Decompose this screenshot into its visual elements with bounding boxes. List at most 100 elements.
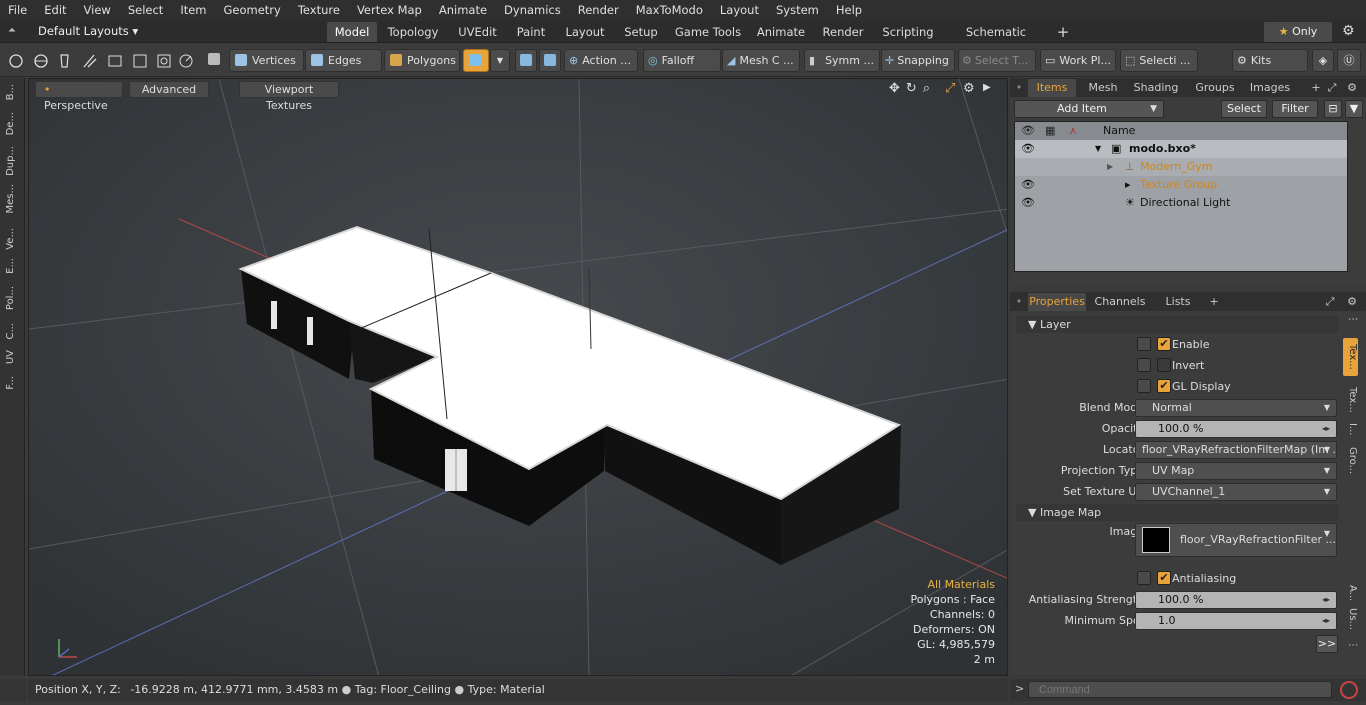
polygons-button[interactable]: Polygons bbox=[384, 49, 460, 72]
advanced-button[interactable]: Advanced bbox=[129, 81, 209, 98]
strip-tab-fusion[interactable]: F... bbox=[5, 376, 19, 390]
mesh-constraints-button[interactable]: ◢ Mesh C ... bbox=[722, 49, 800, 72]
tab-properties[interactable]: Properties bbox=[1028, 293, 1086, 311]
menu-texture[interactable]: Texture bbox=[290, 0, 349, 21]
menu-maxtomodo[interactable]: MaxToModo bbox=[628, 0, 712, 21]
collapsed-arrow-icon[interactable]: ▶ bbox=[1107, 158, 1113, 176]
visibility-eye-icon[interactable]: 👁 bbox=[1021, 194, 1035, 212]
gl-display-checkbox[interactable]: ✔ bbox=[1157, 379, 1171, 393]
3d-viewport[interactable]: • Perspective Advanced Viewport Textures… bbox=[28, 78, 1008, 676]
strip-collapse-icon[interactable]: ⋮ bbox=[1343, 312, 1358, 326]
gear-icon[interactable]: ⚙ bbox=[1342, 23, 1355, 39]
only-toggle[interactable]: ★ Only bbox=[1264, 22, 1332, 42]
slider-arrows-icon[interactable]: ◂▸ bbox=[1322, 613, 1330, 629]
kits-button[interactable]: ⚙ Kits bbox=[1232, 49, 1308, 72]
viewport-textures-button[interactable]: Viewport Textures bbox=[239, 81, 339, 112]
menu-help[interactable]: Help bbox=[828, 0, 871, 21]
mode-dropdown[interactable]: ▼ bbox=[490, 49, 510, 72]
tab-topology[interactable]: Topology bbox=[383, 22, 443, 42]
eye-icon[interactable]: 👁 bbox=[1021, 122, 1035, 140]
menu-dynamics[interactable]: Dynamics bbox=[496, 0, 570, 21]
tree-row-texture-group[interactable]: 👁 ▸ Texture Group bbox=[1015, 176, 1347, 194]
strip-more-icon[interactable]: ⋮ bbox=[1343, 638, 1358, 652]
more-button[interactable]: >> bbox=[1316, 635, 1338, 653]
panel-maximize-icon[interactable]: ⤢ bbox=[1324, 79, 1340, 97]
strip-tab-texture-active[interactable]: Tex... bbox=[1343, 338, 1358, 376]
strip-tab-info[interactable]: I... bbox=[1343, 422, 1358, 436]
tab-schematic-fusion[interactable]: Schematic Fusion bbox=[948, 22, 1044, 59]
invert-checkbox[interactable] bbox=[1157, 358, 1171, 372]
action-center-button[interactable]: ⊕ Action … bbox=[564, 49, 638, 72]
enable-channel-dot[interactable] bbox=[1137, 337, 1151, 351]
tab-game-tools[interactable]: Game Tools bbox=[674, 22, 742, 42]
menu-layout[interactable]: Layout bbox=[712, 0, 768, 21]
symmetry-button[interactable]: ▮ Symm ... bbox=[804, 49, 880, 72]
aa-strength-field[interactable]: 100.0 % ◂▸ bbox=[1135, 591, 1337, 609]
panel-grip-icon[interactable]: • bbox=[1014, 79, 1024, 97]
strip-tab-us[interactable]: Us... bbox=[1343, 608, 1358, 630]
strip-tab-deform[interactable]: De... bbox=[5, 112, 19, 135]
antialiasing-checkbox[interactable]: ✔ bbox=[1157, 571, 1171, 585]
strip-tab-group[interactable]: Gro... bbox=[1343, 442, 1358, 480]
maximize-icon[interactable]: ⤢ bbox=[945, 81, 955, 96]
strip-tab-texture[interactable]: Tex... bbox=[1343, 380, 1358, 420]
opacity-field[interactable]: 100.0 % ◂▸ bbox=[1135, 420, 1337, 438]
menu-animate[interactable]: Animate bbox=[431, 0, 496, 21]
tab-shading[interactable]: Shading bbox=[1130, 79, 1182, 97]
antialiasing-channel-dot[interactable] bbox=[1137, 571, 1151, 585]
strip-tab-duplicate[interactable]: Dup... bbox=[5, 146, 19, 176]
strip-tab-uv[interactable]: UV bbox=[5, 350, 19, 364]
expand-arrow-icon[interactable]: ▼ bbox=[1095, 140, 1101, 158]
image-select[interactable]: floor_VRayRefractionFilter ... ▼ bbox=[1135, 523, 1337, 557]
tab-paint[interactable]: Paint bbox=[511, 22, 551, 42]
tab-model[interactable]: Model bbox=[327, 22, 377, 42]
image-map-section-header[interactable]: ▼ Image Map bbox=[1016, 504, 1338, 521]
menu-file[interactable]: File bbox=[0, 0, 36, 21]
name-column-header[interactable]: Name bbox=[1103, 122, 1135, 140]
record-icon[interactable] bbox=[1340, 681, 1358, 699]
menu-system[interactable]: System bbox=[768, 0, 828, 21]
tab-layout[interactable]: Layout bbox=[561, 22, 609, 42]
invert-channel-dot[interactable] bbox=[1137, 358, 1151, 372]
shaded-cube-icon[interactable] bbox=[203, 49, 227, 72]
edges-button[interactable]: Edges bbox=[305, 49, 382, 72]
layout-preset-dropdown[interactable]: Default Layouts ▾ bbox=[38, 24, 138, 38]
tab-setup[interactable]: Setup bbox=[618, 22, 664, 42]
add-tab-plus[interactable]: + bbox=[1206, 293, 1222, 311]
menu-view[interactable]: View bbox=[76, 0, 120, 21]
set-texture-uv-select[interactable]: UVChannel_1 ▼ bbox=[1135, 483, 1337, 501]
select-button[interactable]: Select bbox=[1221, 100, 1267, 118]
shield-icon[interactable] bbox=[539, 49, 561, 72]
menu-render[interactable]: Render bbox=[570, 0, 628, 21]
strip-tab-a[interactable]: A... bbox=[1343, 582, 1358, 604]
filter-button[interactable]: Filter bbox=[1272, 100, 1318, 118]
tab-groups[interactable]: Groups bbox=[1190, 79, 1240, 97]
layout-arrow-icon[interactable]: ⏶ bbox=[8, 25, 16, 36]
panel-settings-icon[interactable]: ⚙ bbox=[1344, 79, 1360, 97]
tab-items[interactable]: Items bbox=[1028, 79, 1076, 97]
symmetry-shield-icon[interactable] bbox=[515, 49, 537, 72]
menu-edit[interactable]: Edit bbox=[36, 0, 75, 21]
tab-mesh[interactable]: Mesh ... bbox=[1082, 79, 1124, 112]
menu-select[interactable]: Select bbox=[120, 0, 172, 21]
selection-mode-icons[interactable] bbox=[8, 53, 208, 69]
perspective-button[interactable]: • Perspective bbox=[35, 81, 123, 112]
menu-geometry[interactable]: Geometry bbox=[216, 0, 290, 21]
locator-select[interactable]: floor_VRayRefractionFilterMap (Im ... ▼ bbox=[1135, 441, 1337, 459]
minimum-spot-field[interactable]: 1.0 ◂▸ bbox=[1135, 612, 1337, 630]
menu-vertex-map[interactable]: Vertex Map bbox=[349, 0, 431, 21]
tab-animate[interactable]: Animate bbox=[754, 22, 808, 42]
tree-row-modo-bxo[interactable]: 👁 ▼ ▣ modo.bxo* bbox=[1015, 140, 1347, 158]
add-item-button[interactable]: Add Item ▼ bbox=[1014, 100, 1164, 118]
grid-icon[interactable]: ▦ bbox=[1045, 122, 1055, 140]
panel-settings-icon[interactable]: ⚙ bbox=[1344, 293, 1360, 311]
tab-uvedit[interactable]: UVEdit bbox=[450, 22, 505, 42]
tab-render[interactable]: Render bbox=[818, 22, 868, 42]
work-plane-button[interactable]: ▭ Work Pl... bbox=[1040, 49, 1116, 72]
slider-arrows-icon[interactable]: ◂▸ bbox=[1322, 592, 1330, 608]
viewport-nav-icons[interactable]: ✥↻⌕ bbox=[889, 81, 936, 96]
strip-tab-polygon[interactable]: Pol... bbox=[5, 286, 19, 310]
strip-tab-vertex[interactable]: Ve... bbox=[5, 228, 19, 250]
enable-checkbox[interactable]: ✔ bbox=[1157, 337, 1171, 351]
visibility-eye-icon[interactable]: 👁 bbox=[1021, 140, 1035, 158]
